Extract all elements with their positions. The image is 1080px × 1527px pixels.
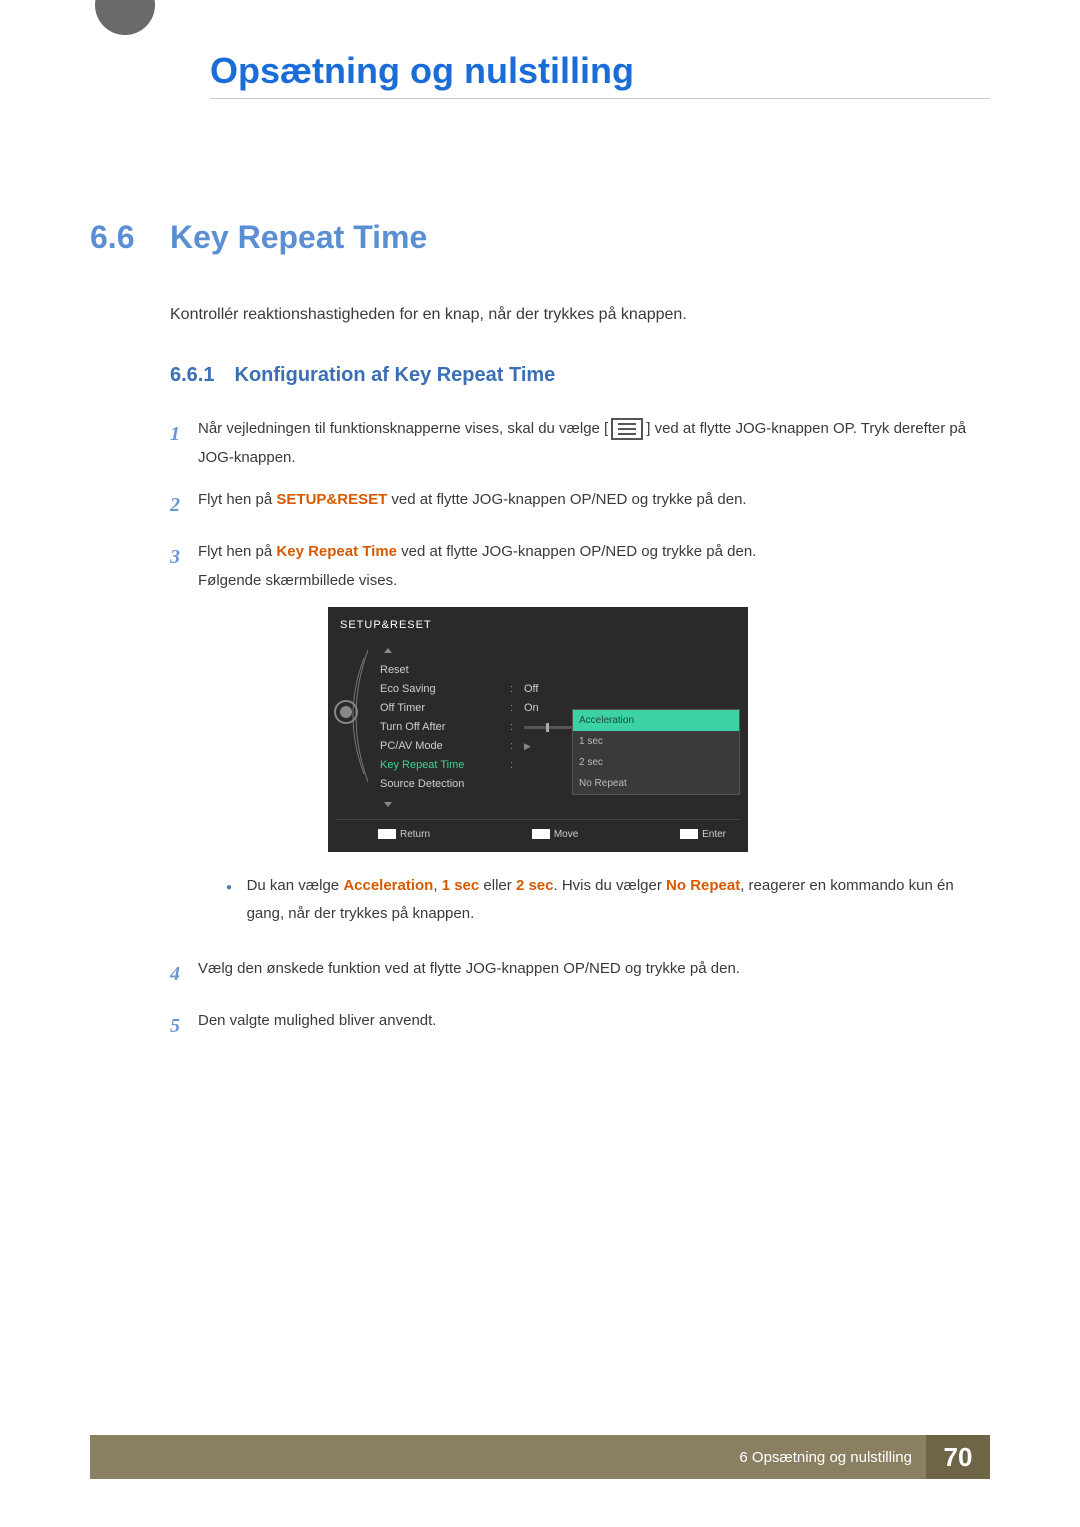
step-3-text-b: ved at flytte JOG-knappen OP/NED og tryk… bbox=[397, 543, 756, 560]
emphasis-acceleration: Acceleration bbox=[343, 877, 433, 894]
osd-option-2sec: 2 sec bbox=[573, 752, 739, 773]
step-2-text-b: ved at flytte JOG-knappen OP/NED og tryk… bbox=[387, 491, 746, 508]
osd-item-eco: Eco Saving bbox=[380, 680, 510, 699]
page-footer: 6 Opsætning og nulstilling 70 bbox=[90, 1435, 990, 1479]
osd-dropdown: Acceleration 1 sec 2 sec No Repeat bbox=[572, 709, 740, 795]
osd-option-acceleration: Acceleration bbox=[573, 710, 739, 731]
step-1-text-a: Når vejledningen til funktionsknapperne … bbox=[198, 420, 608, 437]
step-4-text: Vælg den ønskede funktion ved at flytte … bbox=[198, 955, 990, 984]
osd-footer-enter: Enter bbox=[702, 829, 726, 840]
subsection-title: Konfiguration af Key Repeat Time bbox=[235, 364, 556, 386]
osd-item-keyrepeat: Key Repeat Time bbox=[380, 756, 510, 775]
osd-item-source: Source Detection bbox=[380, 775, 510, 794]
step-3-emphasis: Key Repeat Time bbox=[276, 543, 397, 560]
step-2-emphasis: SETUP&RESET bbox=[276, 491, 387, 508]
chapter-title: Opsætning og nulstilling bbox=[210, 50, 990, 99]
menu-icon bbox=[611, 418, 643, 440]
subsection-number: 6.6.1 bbox=[170, 364, 214, 386]
step-5: 5 Den valgte mulighed bliver anvendt. bbox=[170, 1007, 990, 1045]
section-number: 6.6 bbox=[90, 219, 170, 256]
chapter-badge bbox=[75, 0, 170, 60]
enter-icon bbox=[680, 829, 698, 839]
footer-page-number: 70 bbox=[926, 1435, 990, 1479]
section-heading: 6.6 Key Repeat Time bbox=[90, 219, 990, 256]
chevron-down-icon bbox=[384, 802, 392, 807]
chevron-up-icon bbox=[384, 648, 392, 653]
step-number: 2 bbox=[170, 486, 198, 524]
osd-footer-move: Move bbox=[554, 829, 578, 840]
emphasis-1sec: 1 sec bbox=[442, 877, 480, 894]
osd-item-turnoff: Turn Off After bbox=[380, 718, 510, 737]
osd-footer-return: Return bbox=[400, 829, 430, 840]
step-number: 4 bbox=[170, 955, 198, 993]
step-3: 3 Flyt hen på Key Repeat Time ved at fly… bbox=[170, 538, 990, 941]
emphasis-norepeat: No Repeat bbox=[666, 877, 740, 894]
step-3-text-c: Følgende skærmbillede vises. bbox=[198, 567, 990, 596]
bullet-icon: ● bbox=[226, 872, 247, 897]
step-2: 2 Flyt hen på SETUP&RESET ved at flytte … bbox=[170, 486, 990, 524]
osd-item-offtimer: Off Timer bbox=[380, 699, 510, 718]
gear-icon bbox=[334, 700, 358, 724]
step-3-text-a: Flyt hen på bbox=[198, 543, 276, 560]
step-4: 4 Vælg den ønskede funktion ved at flytt… bbox=[170, 955, 990, 993]
osd-option-norepeat: No Repeat bbox=[573, 773, 739, 794]
osd-footer: Return Move Enter bbox=[336, 819, 740, 844]
footer-chapter-label: 6 Opsætning og nulstilling bbox=[739, 1449, 926, 1466]
emphasis-2sec: 2 sec bbox=[516, 877, 554, 894]
return-icon bbox=[378, 829, 396, 839]
osd-item-reset: Reset bbox=[380, 661, 510, 680]
step-2-text-a: Flyt hen på bbox=[198, 491, 276, 508]
step-number: 1 bbox=[170, 415, 198, 453]
osd-option-1sec: 1 sec bbox=[573, 731, 739, 752]
step-number: 3 bbox=[170, 538, 198, 576]
osd-item-pcav: PC/AV Mode bbox=[380, 737, 510, 756]
bullet-note: ● Du kan vælge Acceleration, 1 sec eller… bbox=[226, 872, 990, 929]
section-intro: Kontrollér reaktionshastigheden for en k… bbox=[170, 306, 990, 324]
section-title: Key Repeat Time bbox=[170, 219, 427, 256]
osd-screenshot: SETUP&RESET bbox=[328, 607, 748, 852]
step-1: 1 Når vejledningen til funktionsknappern… bbox=[170, 415, 990, 472]
step-5-text: Den valgte mulighed bliver anvendt. bbox=[198, 1007, 990, 1036]
step-number: 5 bbox=[170, 1007, 198, 1045]
osd-value-eco: Off bbox=[524, 679, 538, 700]
osd-title: SETUP&RESET bbox=[336, 613, 740, 642]
osd-value-offtimer: On bbox=[524, 698, 539, 719]
subsection-heading: 6.6.1 Konfiguration af Key Repeat Time bbox=[170, 364, 990, 387]
move-icon bbox=[532, 829, 550, 839]
